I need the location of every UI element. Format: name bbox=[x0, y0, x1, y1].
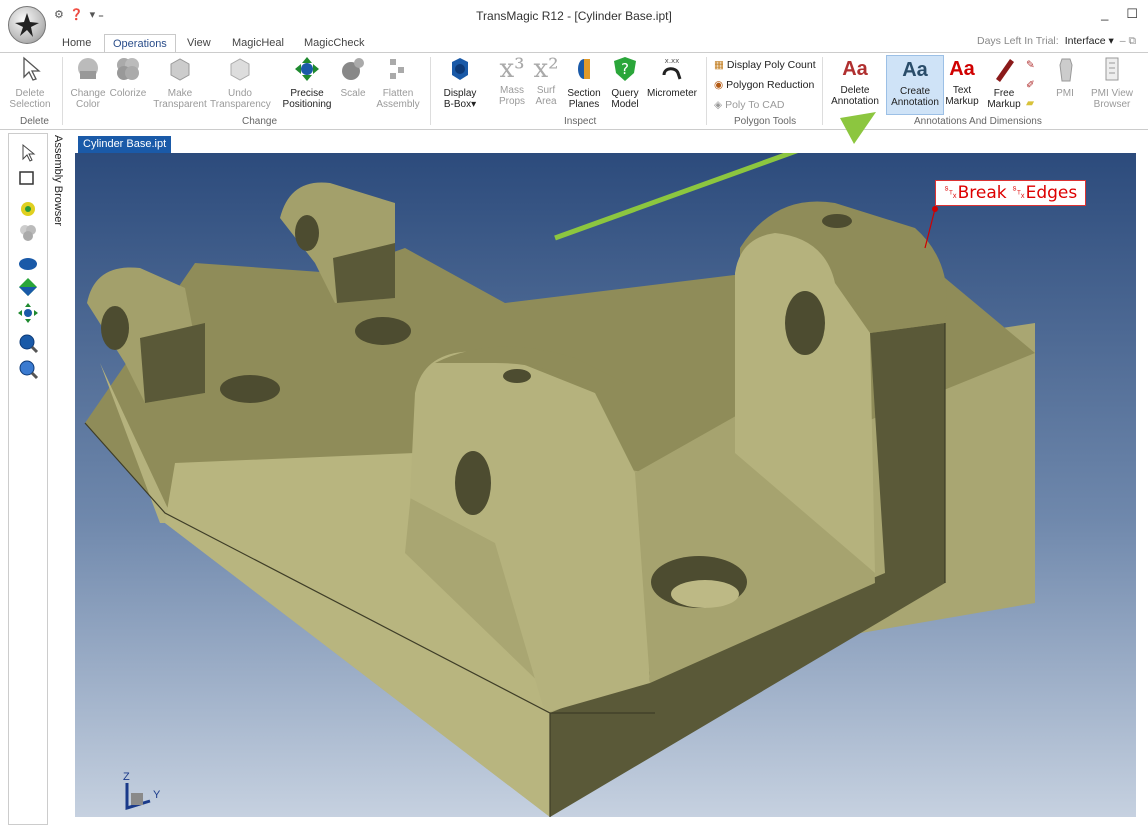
polygon-reduction-button[interactable]: ◉ Polygon Reduction bbox=[714, 79, 814, 91]
pmi-icon bbox=[1059, 58, 1073, 82]
brush-icon: ✐ bbox=[1026, 79, 1035, 91]
cursor-arrow-icon bbox=[23, 56, 41, 81]
bbox-icon bbox=[452, 58, 468, 80]
burst-icon[interactable] bbox=[17, 198, 39, 220]
pmi-view-browser-button[interactable]: PMI View Browser bbox=[1090, 55, 1134, 110]
callout-arrow-icon bbox=[840, 112, 876, 144]
assembly-browser-label: Assembly Browser bbox=[52, 135, 64, 227]
assembly-browser-panel[interactable]: Assembly Browser bbox=[52, 133, 72, 823]
axis-y-label: Y bbox=[153, 789, 161, 801]
move-arrows-icon[interactable] bbox=[17, 302, 39, 324]
highlighter-icon: ▰ bbox=[1026, 97, 1035, 109]
x-cubed-icon: x³ bbox=[499, 54, 525, 84]
zoom-in-icon[interactable] bbox=[17, 332, 39, 354]
precise-positioning-icon bbox=[295, 57, 319, 81]
pmi-view-browser-icon bbox=[1105, 57, 1119, 81]
create-annotation-icon: Aa bbox=[902, 59, 928, 81]
poly-count-icon: ▦ bbox=[714, 59, 724, 71]
group-label-inspect: Inspect bbox=[564, 116, 597, 127]
spheres-icon[interactable] bbox=[17, 222, 39, 244]
precise-positioning-button[interactable]: Precise Positioning bbox=[278, 55, 336, 110]
change-color-button[interactable]: Change Color bbox=[68, 55, 108, 110]
flatten-assembly-button[interactable]: Flatten Assembly bbox=[374, 55, 422, 110]
axis-z-label: Z bbox=[123, 771, 130, 783]
box-select-icon[interactable] bbox=[17, 168, 39, 190]
query-shield-icon: ? bbox=[614, 57, 636, 81]
pen-icon bbox=[996, 59, 1014, 82]
x-squared-icon: x² bbox=[533, 54, 559, 84]
tab-view[interactable]: View bbox=[179, 34, 219, 52]
micrometer-icon: x.xx bbox=[662, 57, 682, 80]
ribbon-tabs: Home Operations View MagicHeal MagicChec… bbox=[0, 32, 1148, 53]
section-planes-icon bbox=[578, 59, 590, 79]
surf-area-button[interactable]: x² Surf Area bbox=[530, 55, 562, 107]
section-view-icon[interactable] bbox=[17, 276, 39, 298]
transparent-cube-icon bbox=[170, 58, 190, 81]
tab-home[interactable]: Home bbox=[54, 34, 99, 52]
title-bar: ⚙ ❓ ▾ ₌ TransMagic R12 - [Cylinder Base.… bbox=[0, 0, 1148, 44]
polygon-reduction-icon: ◉ bbox=[714, 79, 724, 91]
undo-transparency-button[interactable]: Undo Transparency bbox=[210, 55, 271, 110]
text-markup-button[interactable]: Aa Text Markup bbox=[944, 55, 980, 107]
transmagic-logo-icon bbox=[15, 13, 39, 37]
group-label-delete: Delete bbox=[20, 116, 49, 127]
make-transparent-button[interactable]: Make Transparent bbox=[152, 55, 208, 110]
delete-annotation-button[interactable]: Aa Delete Annotation bbox=[828, 55, 882, 107]
colorize-button[interactable]: Colorize bbox=[108, 55, 148, 99]
pencil-icon: ✎ bbox=[1026, 59, 1035, 71]
colorize-icon bbox=[117, 58, 139, 80]
app-menu-button[interactable] bbox=[8, 6, 46, 44]
window-title: TransMagic R12 - [Cylinder Base.ipt] bbox=[476, 9, 672, 23]
maximize-button[interactable]: ☐ bbox=[1126, 6, 1138, 22]
pmi-button[interactable]: PMI bbox=[1052, 55, 1078, 99]
tab-magicheal[interactable]: MagicHeal bbox=[224, 34, 292, 52]
3d-viewport[interactable]: Z Y bbox=[75, 153, 1136, 817]
poly-to-cad-button[interactable]: ◈ Poly To CAD bbox=[714, 99, 784, 111]
poly-to-cad-icon: ◈ bbox=[714, 99, 723, 111]
group-label-annotations: Annotations And Dimensions bbox=[914, 116, 1042, 127]
undo-transparency-icon bbox=[230, 58, 250, 81]
blue-blob-icon[interactable] bbox=[17, 252, 39, 274]
svg-text:x.xx: x.xx bbox=[665, 57, 680, 65]
highlighter-button[interactable]: ▰ bbox=[1026, 97, 1034, 109]
text-markup-icon: Aa bbox=[949, 58, 975, 80]
display-poly-count-button[interactable]: ▦ Display Poly Count bbox=[714, 59, 816, 71]
free-markup-button[interactable]: Free Markup bbox=[984, 55, 1024, 110]
delete-selection-button[interactable]: Delete Selection bbox=[8, 55, 52, 110]
create-annotation-button[interactable]: Aa Create Annotation bbox=[886, 55, 944, 115]
flatten-assembly-icon bbox=[390, 59, 404, 79]
tab-magiccheck[interactable]: MagicCheck bbox=[296, 34, 373, 52]
minimize-button[interactable]: _ bbox=[1101, 6, 1108, 22]
change-color-icon bbox=[78, 58, 98, 79]
mass-props-button[interactable]: x³ Mass Props bbox=[496, 55, 528, 107]
tab-operations[interactable]: Operations bbox=[104, 34, 176, 53]
scale-icon bbox=[342, 58, 364, 80]
group-label-polygon-tools: Polygon Tools bbox=[734, 116, 797, 127]
svg-text:?: ? bbox=[621, 60, 629, 78]
micrometer-button[interactable]: x.xx Micrometer bbox=[644, 55, 700, 99]
zoom-fit-icon[interactable] bbox=[17, 358, 39, 380]
ribbon: Delete Selection Delete Change Color Col… bbox=[0, 52, 1148, 130]
select-arrow-icon[interactable] bbox=[17, 142, 39, 164]
display-bbox-button[interactable]: Display B-Box▾ bbox=[442, 55, 478, 110]
scale-button[interactable]: Scale bbox=[338, 55, 368, 99]
cylinder-base-model: Z Y bbox=[84, 153, 1035, 817]
break-edges-annotation[interactable]: ␂Break ␂Edges bbox=[935, 180, 1087, 206]
group-label-change: Change bbox=[242, 116, 278, 127]
markup-brush-button[interactable]: ✐ bbox=[1026, 79, 1035, 91]
interface-dropdown[interactable]: Interface ▾ bbox=[1065, 35, 1114, 48]
left-toolbar bbox=[8, 133, 48, 825]
markup-pencil-button[interactable]: ✎ bbox=[1026, 59, 1035, 71]
delete-annotation-icon: Aa bbox=[842, 58, 868, 80]
trial-text: Days Left In Trial: bbox=[976, 35, 1059, 47]
ribbon-minimize-icon[interactable]: – ⧉ bbox=[1120, 35, 1136, 48]
query-model-button[interactable]: ? Query Model bbox=[608, 55, 642, 110]
section-planes-button[interactable]: Section Planes bbox=[564, 55, 604, 110]
document-tab[interactable]: Cylinder Base.ipt bbox=[78, 136, 172, 153]
trial-status: Days Left In Trial: Interface ▾ – ⧉ bbox=[977, 35, 1136, 48]
